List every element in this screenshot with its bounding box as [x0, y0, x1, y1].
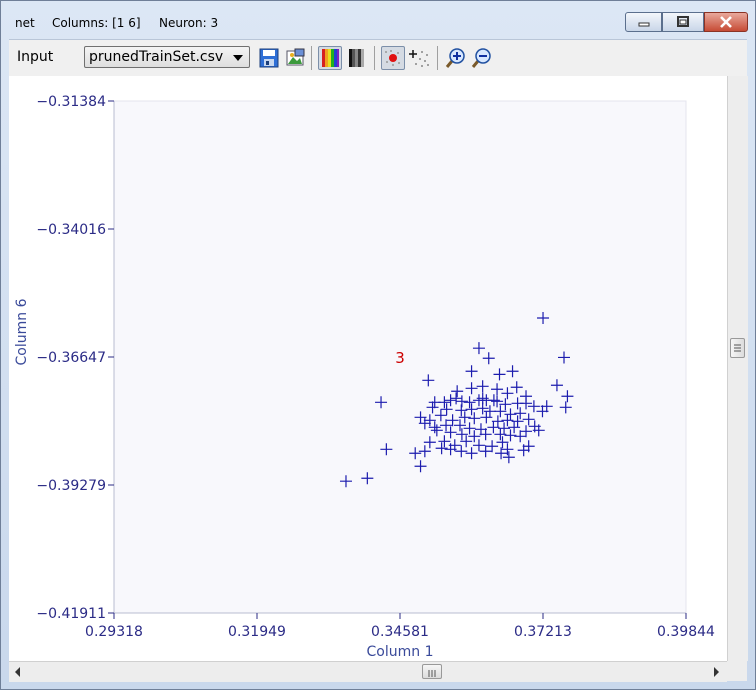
x-tick-label: 0.34581 — [371, 624, 429, 640]
window-title: net — [15, 16, 35, 30]
scatter-plot[interactable]: −0.31384 −0.34016 −0.36647 −0.39279 −0.41911… — [9, 76, 727, 661]
toolbar-separator — [374, 46, 375, 70]
toolbar-separator — [437, 46, 438, 70]
y-tick-label: −0.34016 — [36, 222, 106, 238]
title-bar[interactable]: net Columns: [1 6] Neuron: 3 — [1, 1, 755, 39]
input-label: Input — [17, 49, 54, 65]
x-tick-label: 0.31949 — [228, 624, 286, 640]
y-axis-title: Column 6 — [14, 298, 30, 365]
scroll-left-icon[interactable] — [15, 667, 20, 677]
show-neurons-icon[interactable] — [381, 46, 405, 70]
close-button[interactable] — [704, 12, 748, 32]
export-image-icon[interactable] — [283, 46, 307, 70]
columns-readout: Columns: [1 6] — [52, 16, 141, 30]
show-data-icon[interactable] — [408, 46, 432, 70]
y-tick-label: −0.39279 — [36, 478, 106, 494]
vertical-scroll-thumb[interactable] — [730, 338, 745, 358]
close-icon — [705, 13, 747, 31]
neuron-label: 3 — [395, 349, 405, 367]
color-palette-icon[interactable] — [318, 46, 342, 70]
maximize-button[interactable] — [662, 12, 704, 32]
minimize-icon — [626, 13, 661, 31]
y-tick-label: −0.36647 — [36, 350, 106, 366]
horizontal-scroll-thumb[interactable] — [422, 664, 442, 679]
save-icon[interactable] — [257, 46, 281, 70]
vertical-scrollbar[interactable] — [727, 76, 748, 661]
y-tick-label: −0.31384 — [36, 94, 106, 110]
horizontal-scrollbar[interactable] — [9, 661, 727, 682]
toolbar: Input prunedTrainSet.csv — [9, 39, 747, 76]
chevron-down-icon — [233, 55, 243, 61]
neuron-readout: Neuron: 3 — [159, 16, 219, 30]
scroll-corner — [727, 661, 747, 681]
app-window: net Columns: [1 6] Neuron: 3 Input prune… — [0, 0, 756, 690]
grayscale-palette-icon[interactable] — [345, 46, 369, 70]
restore-icon — [663, 13, 703, 31]
plot-area[interactable]: −0.31384 −0.34016 −0.36647 −0.39279 −0.41911… — [9, 76, 727, 661]
x-tick-label: 0.39844 — [657, 624, 715, 640]
toolbar-separator — [311, 46, 312, 70]
y-tick-label: −0.41911 — [36, 606, 106, 622]
annotations: 3 — [395, 349, 405, 367]
zoom-out-icon[interactable] — [470, 46, 494, 70]
x-axis-title: Column 1 — [367, 644, 434, 660]
x-tick-label: 0.37213 — [514, 624, 572, 640]
input-file-select[interactable]: prunedTrainSet.csv — [84, 46, 250, 68]
input-file-value: prunedTrainSet.csv — [89, 49, 224, 65]
minimize-button[interactable] — [625, 12, 662, 32]
scroll-right-icon[interactable] — [714, 667, 719, 677]
zoom-in-icon[interactable] — [444, 46, 468, 70]
x-tick-label: 0.29318 — [85, 624, 143, 640]
